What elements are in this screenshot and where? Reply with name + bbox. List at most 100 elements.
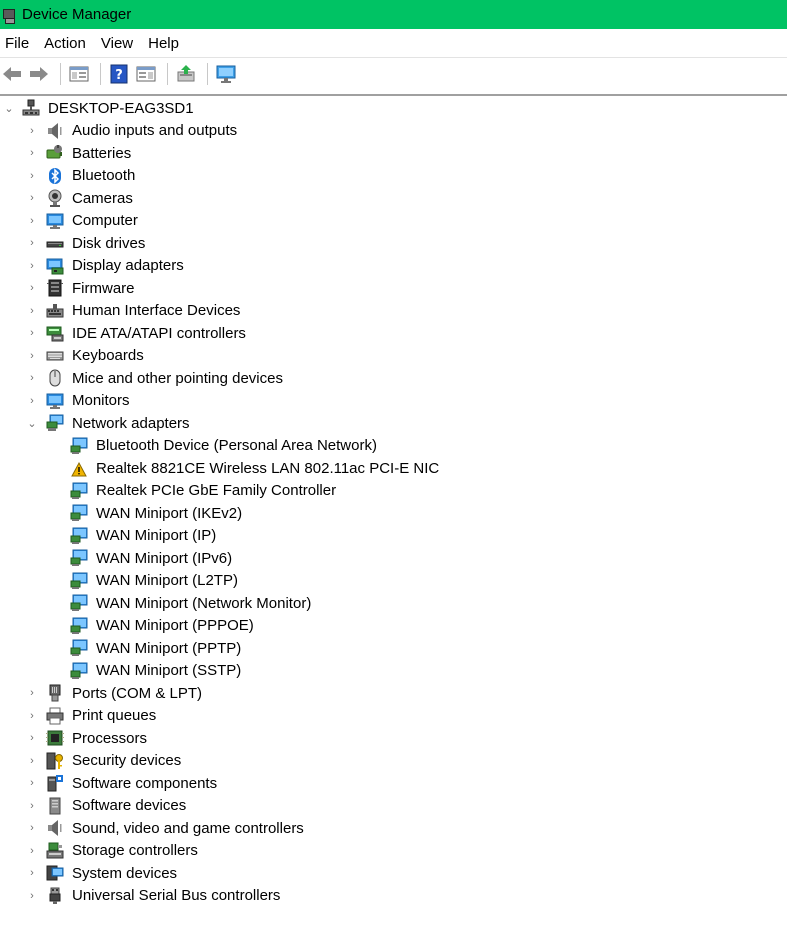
network-device-item[interactable]: Realtek PCIe GbE Family Controller [0, 480, 787, 503]
help-button[interactable]: ? [107, 62, 131, 86]
software-component-icon [46, 774, 64, 792]
chevron-right-icon[interactable]: › [26, 687, 38, 699]
category-software-devices[interactable]: › Software devices [0, 795, 787, 818]
chevron-right-icon[interactable]: › [26, 305, 38, 317]
category-batteries[interactable]: › Batteries [0, 142, 787, 165]
category-computer[interactable]: › Computer [0, 210, 787, 233]
tree-root[interactable]: ⌄ DESKTOP-EAG3SD1 [0, 97, 787, 120]
chevron-right-icon[interactable]: › [26, 732, 38, 744]
chevron-down-icon[interactable]: ⌄ [26, 417, 38, 430]
category-human-interface-devices[interactable]: › Human Interface Devices [0, 300, 787, 323]
chevron-right-icon[interactable]: › [26, 192, 38, 204]
category-disk-drives[interactable]: › Disk drives [0, 232, 787, 255]
chevron-right-icon[interactable]: › [26, 350, 38, 362]
category-label: Security devices [72, 752, 182, 770]
show-hide-console-tree-button[interactable] [67, 62, 91, 86]
network-device-icon [70, 594, 88, 612]
category-software-components[interactable]: › Software components [0, 772, 787, 795]
category-system-devices[interactable]: › System devices [0, 862, 787, 885]
chevron-right-icon[interactable]: › [26, 710, 38, 722]
network-device-item[interactable]: WAN Miniport (IP) [0, 525, 787, 548]
chevron-right-icon[interactable]: › [26, 282, 38, 294]
warning-icon [70, 459, 88, 477]
network-device-icon [70, 527, 88, 545]
chevron-right-icon[interactable]: › [26, 395, 38, 407]
category-audio-inputs-and-outputs[interactable]: › Audio inputs and outputs [0, 120, 787, 143]
category-label: Network adapters [72, 414, 190, 432]
chevron-right-icon[interactable]: › [26, 260, 38, 272]
forward-button[interactable] [27, 62, 51, 86]
scan-hardware-changes-button[interactable] [214, 62, 238, 86]
toolbar: ? [0, 57, 787, 90]
category-security-devices[interactable]: › Security devices [0, 750, 787, 773]
network-device-label: WAN Miniport (Network Monitor) [96, 594, 312, 612]
network-device-item[interactable]: Realtek 8821CE Wireless LAN 802.11ac PCI… [0, 457, 787, 480]
network-device-item[interactable]: WAN Miniport (SSTP) [0, 660, 787, 683]
chevron-right-icon[interactable]: › [26, 800, 38, 812]
chevron-right-icon[interactable]: › [26, 845, 38, 857]
back-button[interactable] [0, 62, 24, 86]
category-print-queues[interactable]: › Print queues [0, 705, 787, 728]
chevron-right-icon[interactable]: › [26, 867, 38, 879]
chevron-right-icon[interactable]: › [26, 327, 38, 339]
category-network-adapters[interactable]: ⌄ Network adapters [0, 412, 787, 435]
category-firmware[interactable]: › Firmware [0, 277, 787, 300]
category-cameras[interactable]: › Cameras [0, 187, 787, 210]
chevron-right-icon[interactable]: › [26, 147, 38, 159]
category-label: Human Interface Devices [72, 302, 241, 320]
chevron-right-icon[interactable]: › [26, 822, 38, 834]
network-device-item[interactable]: Bluetooth Device (Personal Area Network) [0, 435, 787, 458]
toolbar-separator [167, 63, 168, 85]
chevron-down-icon[interactable]: ⌄ [3, 102, 15, 115]
menu-bar: File Action View Help [0, 29, 787, 57]
chevron-right-icon[interactable]: › [26, 215, 38, 227]
network-device-item[interactable]: WAN Miniport (L2TP) [0, 570, 787, 593]
chevron-right-icon[interactable]: › [26, 125, 38, 137]
category-ports-com-lpt[interactable]: › Ports (COM & LPT) [0, 682, 787, 705]
chevron-right-icon[interactable]: › [26, 372, 38, 384]
menu-view[interactable]: View [96, 35, 141, 52]
title-bar: Device Manager [0, 0, 787, 29]
network-device-item[interactable]: WAN Miniport (Network Monitor) [0, 592, 787, 615]
chevron-right-icon[interactable]: › [26, 890, 38, 902]
network-device-icon [70, 504, 88, 522]
network-device-label: WAN Miniport (PPPOE) [96, 617, 254, 635]
category-bluetooth[interactable]: › Bluetooth [0, 165, 787, 188]
network-device-label: WAN Miniport (L2TP) [96, 572, 238, 590]
toolbar-separator [60, 63, 61, 85]
category-label: Sound, video and game controllers [72, 819, 304, 837]
category-monitors[interactable]: › Monitors [0, 390, 787, 413]
network-device-item[interactable]: WAN Miniport (IKEv2) [0, 502, 787, 525]
category-storage-controllers[interactable]: › Storage controllers [0, 840, 787, 863]
svg-text:?: ? [115, 68, 123, 83]
category-mice-and-other-pointing-devices[interactable]: › Mice and other pointing devices [0, 367, 787, 390]
chevron-right-icon[interactable]: › [26, 170, 38, 182]
category-label: Universal Serial Bus controllers [72, 887, 281, 905]
network-device-item[interactable]: WAN Miniport (IPv6) [0, 547, 787, 570]
network-device-icon [70, 617, 88, 635]
update-driver-icon [177, 65, 195, 82]
network-device-item[interactable]: WAN Miniport (PPTP) [0, 637, 787, 660]
network-device-item[interactable]: WAN Miniport (PPPOE) [0, 615, 787, 638]
category-display-adapters[interactable]: › Display adapters [0, 255, 787, 278]
category-sound-video-and-game-controllers[interactable]: › Sound, video and game controllers [0, 817, 787, 840]
chevron-right-icon[interactable]: › [26, 777, 38, 789]
tree-root-label: DESKTOP-EAG3SD1 [48, 99, 194, 117]
bluetooth-icon [46, 167, 64, 185]
category-processors[interactable]: › Processors [0, 727, 787, 750]
network-device-icon [70, 482, 88, 500]
menu-file[interactable]: File [0, 35, 37, 52]
category-label: Batteries [72, 144, 132, 162]
update-driver-button[interactable] [174, 62, 198, 86]
category-keyboards[interactable]: › Keyboards [0, 345, 787, 368]
chevron-right-icon[interactable]: › [26, 237, 38, 249]
menu-help[interactable]: Help [143, 35, 187, 52]
category-ide-ata-atapi-controllers[interactable]: › IDE ATA/ATAPI controllers [0, 322, 787, 345]
category-label: Processors [72, 729, 148, 747]
storage-controller-icon [46, 842, 64, 860]
category-universal-serial-bus-controllers[interactable]: › Universal Serial Bus controllers [0, 885, 787, 908]
menu-action[interactable]: Action [39, 35, 94, 52]
firmware-icon [46, 279, 64, 297]
properties-button[interactable] [134, 62, 158, 86]
chevron-right-icon[interactable]: › [26, 755, 38, 767]
